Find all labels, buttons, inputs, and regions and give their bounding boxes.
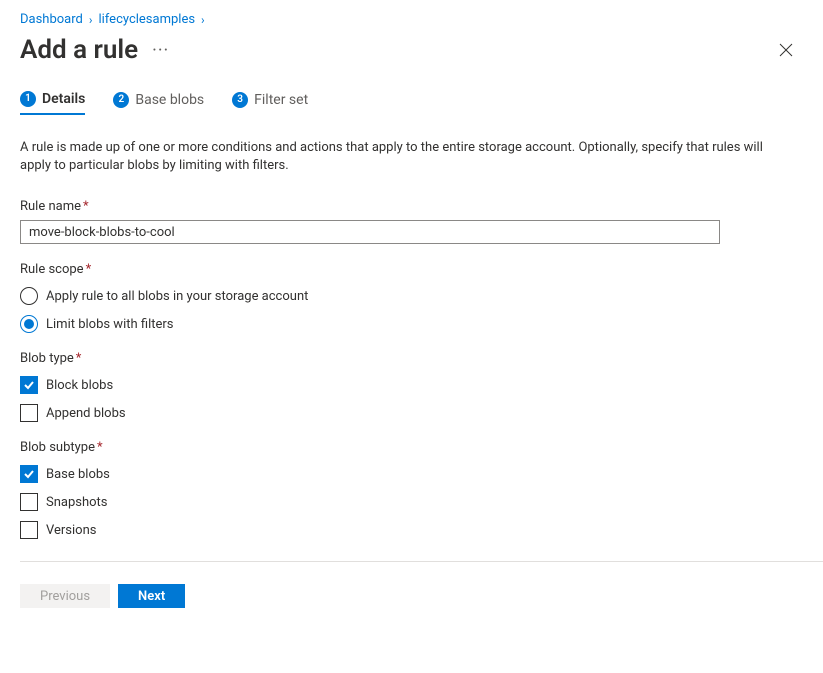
radio-label: Apply rule to all blobs in your storage … bbox=[46, 289, 308, 304]
field-rule-scope: Rule scope* Apply rule to all blobs in y… bbox=[20, 262, 823, 333]
radio-label: Limit blobs with filters bbox=[46, 317, 174, 332]
checkbox-icon bbox=[20, 493, 38, 511]
checkbox-append-blobs[interactable]: Append blobs bbox=[20, 404, 823, 422]
checkbox-versions[interactable]: Versions bbox=[20, 521, 823, 539]
checkbox-label: Versions bbox=[46, 523, 96, 538]
blob-type-label: Blob type* bbox=[20, 351, 823, 366]
rule-scope-label: Rule scope* bbox=[20, 262, 823, 277]
checkbox-icon bbox=[20, 404, 38, 422]
chevron-right-icon: › bbox=[89, 13, 93, 27]
breadcrumb-dashboard[interactable]: Dashboard bbox=[20, 12, 83, 27]
tab-details[interactable]: 1 Details bbox=[20, 91, 85, 115]
checkbox-label: Block blobs bbox=[46, 378, 113, 393]
checkbox-icon bbox=[20, 376, 38, 394]
radio-icon bbox=[20, 315, 38, 333]
checkbox-label: Base blobs bbox=[46, 467, 110, 482]
previous-button: Previous bbox=[20, 584, 110, 608]
tab-base-blobs[interactable]: 2 Base blobs bbox=[113, 91, 204, 115]
page-title: Add a rule bbox=[20, 35, 138, 65]
required-asterisk: * bbox=[97, 440, 103, 455]
wizard-tabs: 1 Details 2 Base blobs 3 Filter set bbox=[20, 91, 823, 115]
tab-step-number: 2 bbox=[113, 92, 129, 108]
radio-limit-blobs-filters[interactable]: Limit blobs with filters bbox=[20, 315, 823, 333]
checkbox-label: Snapshots bbox=[46, 495, 108, 510]
checkbox-label: Append blobs bbox=[46, 406, 126, 421]
next-button[interactable]: Next bbox=[118, 584, 185, 608]
tab-step-number: 1 bbox=[20, 91, 36, 107]
checkbox-base-blobs[interactable]: Base blobs bbox=[20, 465, 823, 483]
checkbox-icon bbox=[20, 465, 38, 483]
tab-filter-set[interactable]: 3 Filter set bbox=[232, 91, 308, 115]
checkbox-icon bbox=[20, 521, 38, 539]
tab-label: Details bbox=[42, 91, 85, 107]
tab-step-number: 3 bbox=[232, 92, 248, 108]
chevron-right-icon: › bbox=[201, 13, 205, 27]
rule-name-input[interactable] bbox=[20, 220, 720, 244]
radio-icon bbox=[20, 287, 38, 305]
close-icon bbox=[779, 43, 793, 57]
checkbox-block-blobs[interactable]: Block blobs bbox=[20, 376, 823, 394]
tab-label: Filter set bbox=[254, 92, 308, 108]
rule-name-label: Rule name* bbox=[20, 199, 823, 214]
required-asterisk: * bbox=[86, 262, 92, 277]
field-blob-type: Blob type* Block blobs Append blobs bbox=[20, 351, 823, 422]
close-button[interactable] bbox=[777, 41, 795, 59]
radio-apply-all-blobs[interactable]: Apply rule to all blobs in your storage … bbox=[20, 287, 823, 305]
wizard-footer: Previous Next bbox=[20, 561, 823, 628]
blob-subtype-label: Blob subtype* bbox=[20, 440, 823, 455]
checkbox-snapshots[interactable]: Snapshots bbox=[20, 493, 823, 511]
field-blob-subtype: Blob subtype* Base blobs Snapshots Versi… bbox=[20, 440, 823, 539]
tab-label: Base blobs bbox=[135, 92, 204, 108]
tab-description: A rule is made up of one or more conditi… bbox=[20, 139, 780, 175]
more-actions-button[interactable]: ··· bbox=[152, 40, 169, 61]
required-asterisk: * bbox=[76, 351, 82, 366]
required-asterisk: * bbox=[83, 199, 89, 214]
breadcrumb: Dashboard › lifecyclesamples › bbox=[20, 12, 823, 27]
breadcrumb-lifecyclesamples[interactable]: lifecyclesamples bbox=[98, 12, 195, 27]
title-row: Add a rule ··· bbox=[20, 35, 823, 65]
field-rule-name: Rule name* bbox=[20, 199, 823, 244]
